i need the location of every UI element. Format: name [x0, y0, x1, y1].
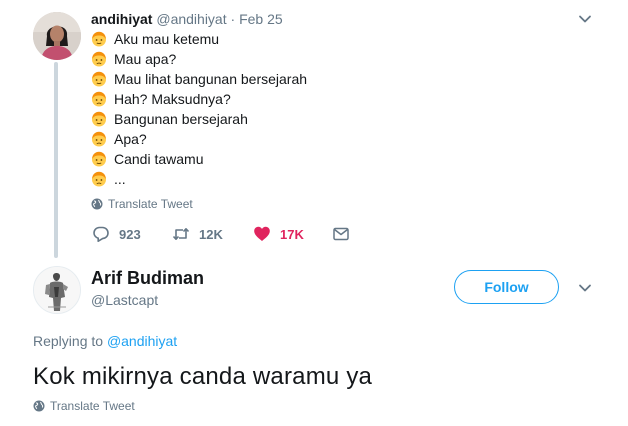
- tweet-line-text: Mau lihat bangunan bersejarah: [114, 71, 308, 87]
- header-separator: ·: [230, 11, 236, 27]
- avatar-photo-icon: [33, 12, 81, 60]
- tweet-line: Mau lihat bangunan bersejarah: [91, 69, 307, 89]
- tweet-line-text: Candi tawamu: [114, 151, 204, 167]
- thread-connector-line: [54, 62, 58, 258]
- person-frowning-emoji: [91, 51, 107, 67]
- tweet-header: andihiyat @andihiyat · Feb 25: [91, 11, 283, 27]
- tweet-menu-caret[interactable]: [578, 281, 592, 295]
- tweet-line: Mau apa?: [91, 49, 307, 69]
- tweet-line-text: Aku mau ketemu: [114, 31, 220, 47]
- retweet-count: 12K: [199, 226, 223, 242]
- replying-to-handle[interactable]: @andihiyat: [107, 333, 177, 349]
- tweet-line-text: Hah? Maksudnya?: [114, 91, 231, 107]
- reply-icon: [92, 225, 110, 243]
- translate-tweet-link[interactable]: Translate Tweet: [33, 399, 135, 413]
- person-blond-emoji: [91, 31, 107, 47]
- direct-message-button[interactable]: [332, 225, 359, 243]
- translate-label: Translate Tweet: [50, 399, 135, 413]
- tweet-line: Aku mau ketemu: [91, 29, 307, 49]
- tweet-line-text: ...: [114, 171, 126, 187]
- person-blond-emoji: [91, 151, 107, 167]
- reply-tweet-text: Kok mikirnya canda waramu ya: [33, 363, 373, 390]
- globe-icon: [91, 198, 103, 210]
- retweet-button[interactable]: 12K: [172, 225, 223, 243]
- reply-author-handle[interactable]: @Lastcapt: [91, 292, 158, 308]
- globe-icon: [33, 400, 45, 412]
- avatar[interactable]: [33, 12, 81, 60]
- person-frowning-emoji: [91, 131, 107, 147]
- tweet-line: Candi tawamu: [91, 149, 307, 169]
- tweet-line: Apa?: [91, 129, 307, 149]
- reply-button[interactable]: 923: [92, 225, 141, 243]
- retweet-icon: [172, 225, 190, 243]
- person-blond-emoji: [91, 71, 107, 87]
- tweet-body: Aku mau ketemu Mau apa? Mau lihat bangun…: [91, 29, 307, 189]
- chevron-down-icon: [579, 284, 591, 292]
- person-frowning-emoji: [91, 171, 107, 187]
- heart-icon: [253, 225, 271, 243]
- tweet-line-text: Mau apa?: [114, 51, 177, 67]
- avatar-sketch-icon: [34, 267, 80, 313]
- person-blond-emoji: [91, 111, 107, 127]
- author-name[interactable]: andihiyat: [91, 11, 152, 27]
- tweet-line-text: Apa?: [114, 131, 147, 147]
- replying-to: Replying to @andihiyat: [33, 333, 177, 349]
- reply-author-name[interactable]: Arif Budiman: [91, 267, 204, 289]
- like-count: 17K: [280, 226, 304, 242]
- person-frowning-emoji: [91, 91, 107, 107]
- tweet-date[interactable]: Feb 25: [239, 11, 283, 27]
- reply-count: 923: [119, 226, 141, 242]
- like-button[interactable]: 17K: [253, 225, 304, 243]
- author-handle[interactable]: @andihiyat: [156, 11, 226, 27]
- tweet-menu-caret[interactable]: [578, 12, 592, 26]
- chevron-down-icon: [579, 15, 591, 23]
- replying-prefix: Replying to: [33, 333, 104, 349]
- follow-button[interactable]: Follow: [454, 270, 559, 304]
- translate-label: Translate Tweet: [108, 197, 193, 211]
- tweet-line-text: Bangunan bersejarah: [114, 111, 248, 127]
- tweet-line: Bangunan bersejarah: [91, 109, 307, 129]
- envelope-icon: [332, 225, 350, 243]
- translate-tweet-link[interactable]: Translate Tweet: [91, 197, 193, 211]
- tweet-line: Hah? Maksudnya?: [91, 89, 307, 109]
- tweet-line: ...: [91, 169, 307, 189]
- avatar[interactable]: [33, 266, 81, 314]
- parent-tweet: andihiyat @andihiyat · Feb 25 Aku mau ke…: [0, 0, 628, 258]
